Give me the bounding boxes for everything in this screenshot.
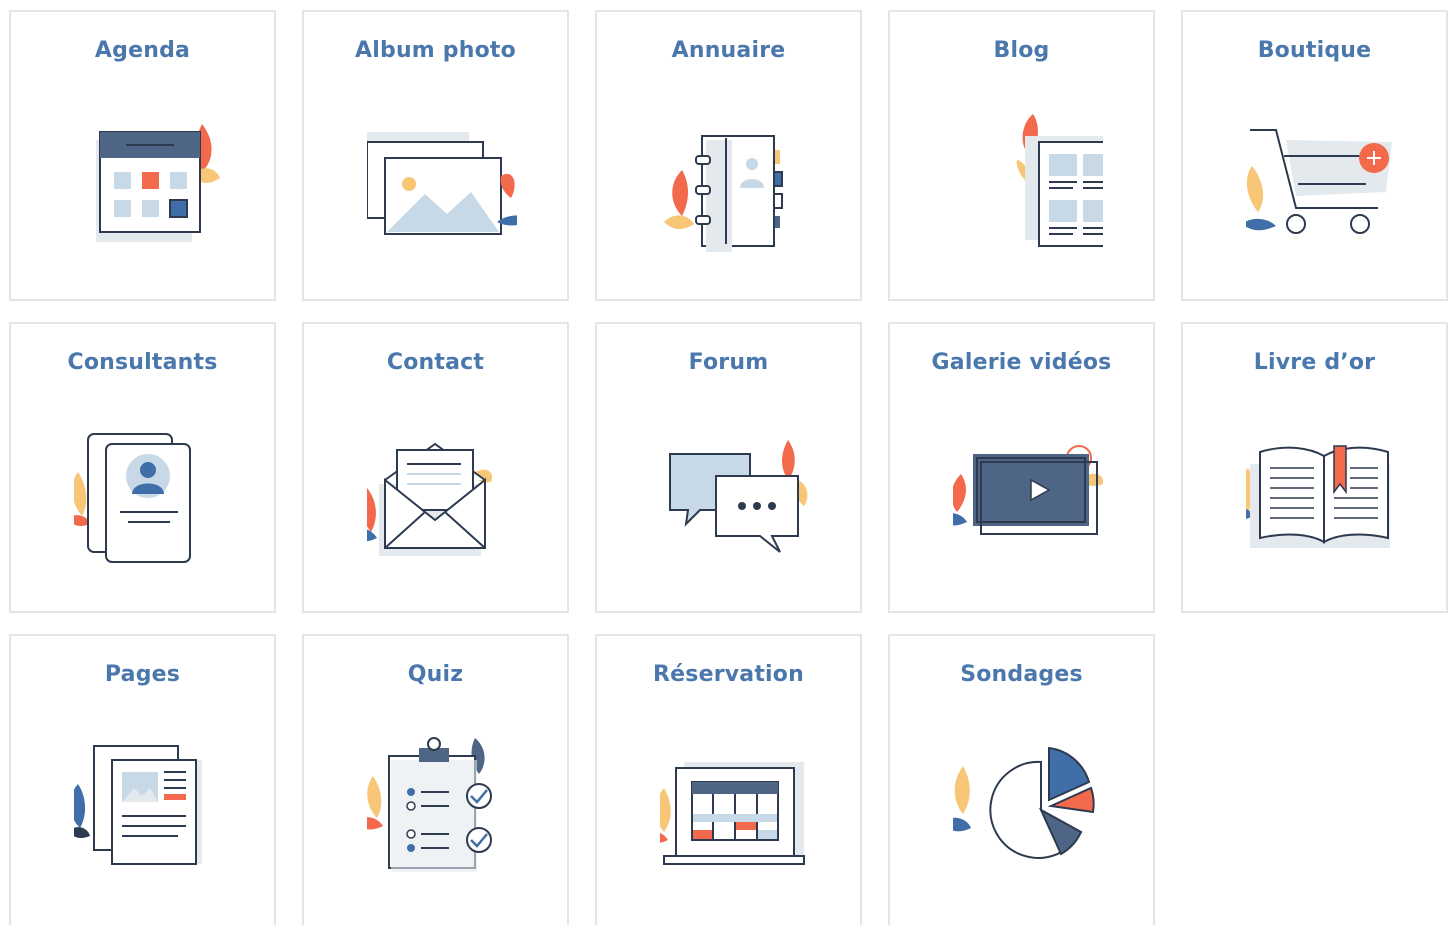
module-title: Réservation xyxy=(653,662,804,687)
module-card-reservation[interactable]: Réservation xyxy=(595,634,862,925)
module-title: Livre d’or xyxy=(1253,350,1376,375)
blog-article-icon xyxy=(953,112,1103,252)
chat-bubbles-icon xyxy=(660,424,810,564)
module-card-quiz[interactable]: Quiz xyxy=(302,634,569,925)
pie-chart-icon xyxy=(953,736,1103,876)
envelope-icon xyxy=(367,424,517,564)
module-title: Pages xyxy=(104,662,181,687)
module-title: Boutique xyxy=(1257,38,1372,63)
module-card-sondages[interactable]: Sondages xyxy=(888,634,1155,925)
module-title: Agenda xyxy=(94,38,191,63)
calendar-icon xyxy=(74,112,224,252)
module-title: Galerie vidéos xyxy=(931,350,1112,375)
module-card-pages[interactable]: Pages xyxy=(9,634,276,925)
module-card-forum[interactable]: Forum xyxy=(595,322,862,613)
modules-grid: Agenda Album photo Annuaire Blog Boutiqu… xyxy=(9,10,1448,925)
shopping-cart-icon xyxy=(1246,112,1396,252)
module-title: Consultants xyxy=(67,350,218,375)
module-card-agenda[interactable]: Agenda xyxy=(9,10,276,301)
module-card-contact[interactable]: Contact xyxy=(302,322,569,613)
video-player-icon xyxy=(953,424,1103,564)
booking-laptop-icon xyxy=(660,736,810,876)
module-card-boutique[interactable]: Boutique xyxy=(1181,10,1448,301)
module-card-consultants[interactable]: Consultants xyxy=(9,322,276,613)
photo-album-icon xyxy=(367,112,517,252)
module-title: Sondages xyxy=(960,662,1083,687)
module-title: Forum xyxy=(688,350,769,375)
module-title: Blog xyxy=(993,38,1050,63)
module-card-album-photo[interactable]: Album photo xyxy=(302,10,569,301)
module-card-annuaire[interactable]: Annuaire xyxy=(595,10,862,301)
clipboard-checklist-icon xyxy=(367,736,517,876)
module-title: Album photo xyxy=(355,38,516,63)
module-title: Quiz xyxy=(407,662,464,687)
module-title: Annuaire xyxy=(671,38,786,63)
module-card-blog[interactable]: Blog xyxy=(888,10,1155,301)
module-title: Contact xyxy=(386,350,485,375)
open-book-icon xyxy=(1246,424,1396,564)
directory-book-icon xyxy=(660,112,810,252)
module-card-galerie-videos[interactable]: Galerie vidéos xyxy=(888,322,1155,613)
pages-icon xyxy=(74,736,224,876)
module-card-livre-dor[interactable]: Livre d’or xyxy=(1181,322,1448,613)
profile-card-icon xyxy=(74,424,224,564)
